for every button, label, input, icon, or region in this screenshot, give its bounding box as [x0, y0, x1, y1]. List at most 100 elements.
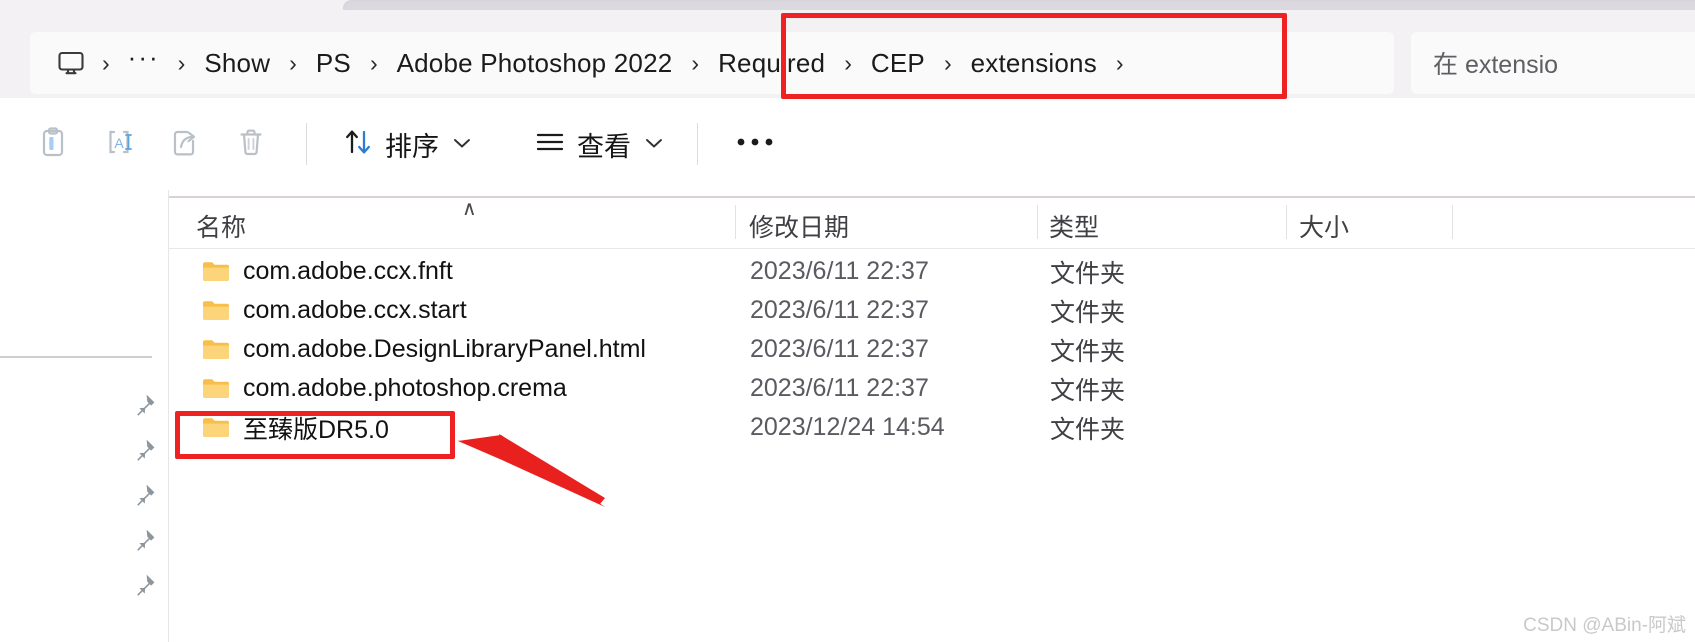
pin-icon — [131, 527, 157, 558]
file-type-cell: 文件夹 — [1050, 337, 1126, 366]
file-name-cell[interactable]: com.adobe.ccx.start — [202, 291, 467, 330]
svg-text:A: A — [114, 135, 124, 151]
table-row[interactable]: com.adobe.ccx.fnft 2023/6/11 22:37 文件夹 — [169, 252, 1695, 291]
file-name-cell[interactable]: 至臻版DR5.0 — [202, 408, 389, 447]
sort-label: 排序 — [385, 131, 439, 162]
breadcrumb-item-show[interactable]: Show — [195, 45, 279, 82]
sort-button[interactable]: 排序 — [329, 116, 483, 172]
breadcrumb-separator: › — [369, 49, 378, 76]
file-name: 至臻版DR5.0 — [243, 415, 389, 444]
file-name-cell[interactable]: com.adobe.DesignLibraryPanel.html — [202, 330, 646, 369]
clipboard-paste-icon — [35, 124, 71, 165]
more-options-button[interactable] — [720, 116, 790, 172]
more-dots-icon — [733, 135, 777, 153]
file-date-cell: 2023/6/11 22:37 — [750, 257, 929, 285]
breadcrumb-item-cep[interactable]: CEP — [862, 45, 934, 82]
breadcrumb-item-ps[interactable]: PS — [307, 45, 360, 82]
breadcrumb-separator: › — [691, 49, 700, 76]
file-rows: com.adobe.ccx.fnft 2023/6/11 22:37 文件夹 c… — [169, 252, 1695, 447]
share-button[interactable] — [152, 116, 218, 172]
file-type-cell: 文件夹 — [1050, 376, 1126, 405]
file-date-cell: 2023/6/11 22:37 — [750, 296, 929, 324]
file-name-cell[interactable]: com.adobe.ccx.fnft — [202, 252, 453, 291]
nav-item-pinned[interactable] — [0, 520, 168, 565]
file-date-cell: 2023/6/11 22:37 — [750, 374, 929, 402]
nav-item-pinned[interactable] — [0, 565, 168, 610]
chevron-down-icon — [453, 134, 471, 154]
column-header-row: ∧ 名称 修改日期 类型 大小 — [169, 196, 1695, 249]
file-name: com.adobe.DesignLibraryPanel.html — [243, 335, 646, 363]
command-toolbar: A 排序 查看 — [0, 98, 1695, 190]
pinned-items-list — [0, 385, 168, 610]
sort-ascending-caret-icon: ∧ — [462, 196, 477, 220]
breadcrumb-separator: › — [289, 49, 297, 76]
nav-divider — [0, 356, 152, 358]
nav-item-pinned[interactable] — [0, 475, 168, 520]
toolbar-divider — [697, 123, 698, 165]
pin-icon — [131, 572, 157, 603]
file-date-cell: 2023/6/11 22:37 — [750, 335, 929, 363]
delete-button[interactable] — [218, 116, 284, 172]
search-placeholder: 在 extensio — [1433, 51, 1559, 79]
table-row[interactable]: com.adobe.ccx.start 2023/6/11 22:37 文件夹 — [169, 291, 1695, 330]
view-label: 查看 — [577, 131, 631, 162]
breadcrumb-item-extensions[interactable]: extensions — [962, 45, 1106, 82]
folder-icon — [202, 299, 230, 322]
watermark: CSDN @ABin-阿斌 — [1523, 615, 1686, 636]
list-lines-icon — [533, 125, 567, 164]
breadcrumb-item-adobe-photoshop-2022[interactable]: Adobe Photoshop 2022 — [388, 45, 682, 82]
breadcrumb-separator: › — [177, 49, 186, 76]
rename-icon: A — [101, 124, 137, 165]
column-resizer[interactable] — [735, 205, 736, 239]
sort-arrows-icon — [341, 125, 375, 164]
column-header-type[interactable]: 类型 — [1049, 208, 1099, 244]
toolbar-divider — [306, 123, 307, 165]
column-header-size[interactable]: 大小 — [1299, 208, 1349, 244]
rename-button[interactable]: A — [86, 116, 152, 172]
breadcrumb[interactable]: › ··· › Show › PS › Adobe Photoshop 2022… — [30, 32, 1394, 94]
share-icon — [167, 124, 203, 165]
file-name: com.adobe.photoshop.crema — [243, 374, 567, 402]
file-type-cell: 文件夹 — [1050, 259, 1126, 288]
file-name: com.adobe.ccx.start — [243, 296, 467, 324]
search-input[interactable]: 在 extensio — [1411, 32, 1695, 94]
column-header-name[interactable]: 名称 — [196, 208, 246, 244]
tab-strip — [0, 0, 1695, 13]
file-type-cell: 文件夹 — [1050, 415, 1126, 444]
table-row[interactable]: com.adobe.photoshop.crema 2023/6/11 22:3… — [169, 369, 1695, 408]
file-list-view: ∧ 名称 修改日期 类型 大小 com.adobe.ccx.fnft 2023/… — [169, 190, 1695, 642]
table-row[interactable]: 至臻版DR5.0 2023/12/24 14:54 文件夹 — [169, 408, 1695, 447]
pin-icon — [131, 437, 157, 468]
table-row[interactable]: com.adobe.DesignLibraryPanel.html 2023/6… — [169, 330, 1695, 369]
column-header-date-modified[interactable]: 修改日期 — [749, 208, 849, 244]
nav-item-pinned[interactable] — [0, 430, 168, 475]
breadcrumb-separator: › — [943, 49, 952, 76]
column-resizer[interactable] — [1037, 205, 1038, 239]
folder-icon — [202, 260, 230, 283]
breadcrumb-overflow[interactable]: ··· — [120, 42, 168, 73]
breadcrumb-item-required[interactable]: Required — [709, 45, 834, 82]
file-date-cell: 2023/12/24 14:54 — [750, 413, 945, 441]
column-resizer[interactable] — [1286, 205, 1287, 239]
navigation-pane — [0, 190, 168, 642]
nav-item-pinned[interactable] — [0, 385, 168, 430]
file-name: com.adobe.ccx.fnft — [243, 257, 453, 285]
file-name-cell[interactable]: com.adobe.photoshop.crema — [202, 369, 567, 408]
view-button[interactable]: 查看 — [521, 116, 675, 172]
pin-icon — [131, 482, 157, 513]
pin-icon — [131, 392, 157, 423]
folder-icon — [202, 338, 230, 361]
breadcrumb-separator: › — [1115, 49, 1124, 76]
tab-strip-active-tab-inner — [345, 2, 1695, 10]
paste-button[interactable] — [20, 116, 86, 172]
folder-icon — [202, 416, 230, 439]
folder-icon — [202, 377, 230, 400]
monitor-icon[interactable] — [54, 46, 88, 80]
chevron-down-icon — [645, 134, 663, 154]
column-resizer[interactable] — [1452, 205, 1453, 239]
address-bar-zone: › ··· › Show › PS › Adobe Photoshop 2022… — [0, 13, 1695, 98]
breadcrumb-separator: › — [102, 49, 110, 76]
breadcrumb-separator: › — [844, 49, 852, 76]
header-top-rule — [169, 196, 1695, 198]
file-type-cell: 文件夹 — [1050, 298, 1126, 327]
